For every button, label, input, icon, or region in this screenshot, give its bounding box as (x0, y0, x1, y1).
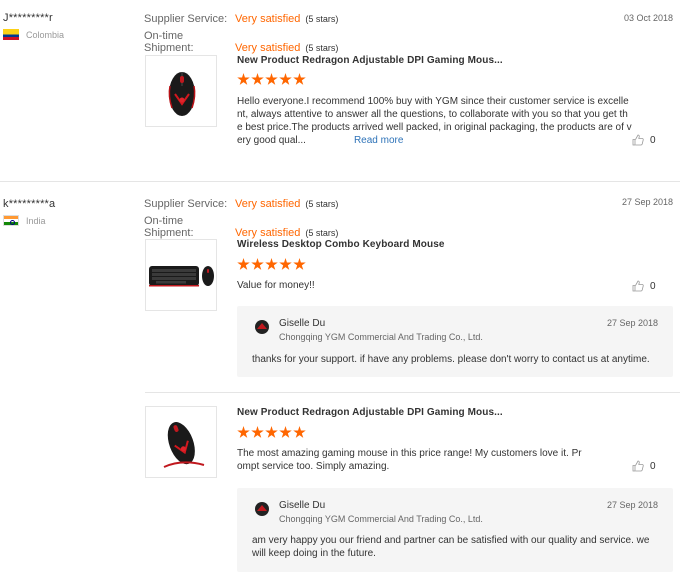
helpful-button[interactable]: 0 (632, 134, 656, 146)
star-icon (251, 73, 264, 85)
helpful-button[interactable]: 0 (632, 460, 656, 472)
star-icon (293, 73, 306, 85)
star-icon (279, 258, 292, 270)
buyer-info: k*********a India (3, 198, 55, 226)
india-flag-icon (3, 215, 19, 226)
thumbs-up-icon (632, 280, 644, 292)
review-date: 27 Sep 2018 (621, 197, 673, 207)
star-icon (251, 258, 264, 270)
shipment-stars: (5 stars) (305, 228, 339, 238)
supplier-avatar (255, 502, 269, 516)
colombia-flag-icon (3, 29, 19, 40)
supplier-service-value: Very satisfied (235, 13, 301, 25)
country-name: India (26, 215, 46, 226)
product-star-rating (237, 73, 306, 86)
star-icon (237, 258, 250, 270)
product-title[interactable]: New Product Redragon Adjustable DPI Gami… (237, 55, 503, 66)
star-icon (279, 426, 292, 438)
reply-company: Chongqing YGM Commercial And Trading Co.… (279, 514, 483, 524)
review-text: Hello everyone.I recommend 100% buy with… (237, 95, 633, 147)
review-text: Value for money!! (237, 279, 633, 292)
shipment-stars: (5 stars) (305, 43, 339, 53)
gaming-mouse-image (168, 72, 196, 116)
product-star-rating (237, 258, 306, 271)
shipment-label: On-time Shipment: (144, 215, 194, 239)
star-icon (293, 426, 306, 438)
gaming-mouse-image (163, 422, 205, 468)
shipment-value: Very satisfied (235, 42, 301, 54)
reply-text: am very happy you our friend and partner… (252, 535, 650, 559)
supplier-reply: Giselle Du Chongqing YGM Commercial And … (237, 306, 673, 377)
star-icon (265, 73, 278, 85)
product-star-rating (237, 426, 306, 439)
supplier-service-label: Supplier Service: (144, 13, 228, 25)
review-divider (0, 181, 680, 182)
supplier-avatar (255, 320, 269, 334)
reply-author: Giselle Du (279, 318, 326, 329)
helpful-count: 0 (650, 134, 656, 146)
thumbs-up-icon (632, 134, 644, 146)
reply-text: thanks for your support. if have any pro… (252, 354, 650, 365)
product-thumbnail[interactable] (145, 406, 217, 478)
shipment-value: Very satisfied (235, 227, 301, 239)
product-title[interactable]: Wireless Desktop Combo Keyboard Mouse (237, 239, 445, 250)
reply-company: Chongqing YGM Commercial And Trading Co.… (279, 332, 483, 342)
star-icon (237, 426, 250, 438)
star-icon (293, 258, 306, 270)
shipment-rating: On-time Shipment: Very satisfied (5 stars) (144, 30, 338, 54)
helpful-count: 0 (650, 460, 656, 472)
supplier-service-rating: Supplier Service: Very satisfied (5 stars) (144, 198, 338, 210)
star-icon (265, 258, 278, 270)
star-icon (251, 426, 264, 438)
helpful-button[interactable]: 0 (632, 280, 656, 292)
review-body: The most amazing gaming mouse in this pr… (237, 448, 582, 472)
review-body: Hello everyone.I recommend 100% buy with… (237, 96, 632, 146)
supplier-reply: Giselle Du Chongqing YGM Commercial And … (237, 488, 673, 572)
thumbs-up-icon (632, 460, 644, 472)
product-thumbnail[interactable] (145, 239, 217, 311)
supplier-service-value: Very satisfied (235, 198, 301, 210)
reply-date: 27 Sep 2018 (606, 500, 658, 510)
star-icon (237, 73, 250, 85)
buyer-name: J*********r (3, 12, 53, 24)
helpful-count: 0 (650, 280, 656, 292)
review-body: Value for money!! (237, 280, 315, 291)
buyer-country: Colombia (3, 29, 64, 40)
reply-date: 27 Sep 2018 (606, 318, 658, 328)
shipment-label: On-time Shipment: (144, 30, 194, 54)
supplier-service-stars: (5 stars) (305, 14, 339, 24)
reply-author: Giselle Du (279, 500, 326, 511)
country-name: Colombia (26, 29, 65, 40)
keyboard-mouse-image (149, 266, 214, 287)
buyer-country: India (3, 215, 55, 226)
shipment-rating: On-time Shipment: Very satisfied (5 stars) (144, 215, 338, 239)
read-more-link[interactable]: Read more (354, 135, 403, 146)
review-text: The most amazing gaming mouse in this pr… (237, 447, 587, 473)
product-thumbnail[interactable] (145, 55, 217, 127)
supplier-service-rating: Supplier Service: Very satisfied (5 stars) (144, 13, 338, 25)
buyer-info: J*********r Colombia (3, 12, 64, 40)
supplier-service-stars: (5 stars) (305, 199, 339, 209)
buyer-name: k*********a (3, 198, 56, 210)
product-title[interactable]: New Product Redragon Adjustable DPI Gami… (237, 407, 503, 418)
product-divider (145, 392, 680, 393)
review-date: 03 Oct 2018 (623, 13, 673, 23)
star-icon (265, 426, 278, 438)
supplier-service-label: Supplier Service: (144, 198, 228, 210)
star-icon (279, 73, 292, 85)
